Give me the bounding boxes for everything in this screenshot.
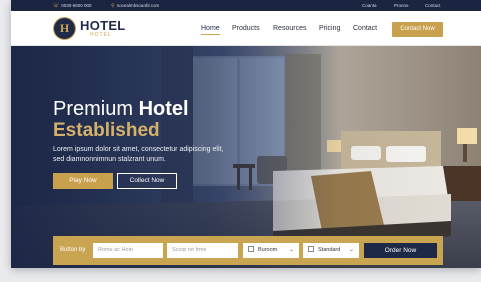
logo-mark-letter: H <box>59 21 70 35</box>
topbar-link-1[interactable]: Coanta <box>362 3 377 8</box>
calendar-icon <box>308 246 314 252</box>
room-class-value: Standard <box>318 247 341 253</box>
calendar-icon <box>248 246 254 252</box>
booking-input-2[interactable]: Scorp ne frme <box>167 243 238 258</box>
booking-label: Button by <box>60 247 86 253</box>
play-now-button[interactable]: Play Now <box>53 173 113 189</box>
main-header: H HOTEL HOTEL Home Products Resources Pr… <box>11 11 481 46</box>
hero-title-line1: Premium Hotel <box>53 98 189 120</box>
nav-contact[interactable]: Contact <box>353 25 377 33</box>
hero-section: Premium Hotel Established Lorem ipsum do… <box>11 46 481 268</box>
nav-home[interactable]: Home <box>201 25 220 35</box>
top-info-bar: ☏ 0030-6600 000 ⚲ nocealmbsoanbl.com Coant… <box>11 0 481 11</box>
nav-pricing[interactable]: Pricing <box>319 25 340 33</box>
logo-subtitle: HOTEL <box>90 32 112 38</box>
order-now-button[interactable]: Order Now <box>364 243 437 258</box>
browser-page: ☏ 0030-6600 000 ⚲ nocealmbsoanbl.com Coant… <box>11 0 481 268</box>
chevron-down-icon: ⌄ <box>348 247 354 253</box>
nav-products[interactable]: Products <box>232 25 260 33</box>
room-type-select[interactable]: Buroom ⌄ <box>243 243 299 258</box>
topbar-link-contact[interactable]: Contact <box>425 3 441 8</box>
room-class-select[interactable]: Standard ⌄ <box>303 243 359 258</box>
nav-resources[interactable]: Resources <box>273 25 306 33</box>
hotel-logo-icon[interactable]: H <box>53 17 76 40</box>
phone-text: 0030-6600 000 <box>61 3 92 8</box>
hero-title-line2: Established <box>53 120 160 141</box>
booking-input-1[interactable]: Rome ac Hoin <box>93 243 163 258</box>
hero-description: Lorem ipsum dolor sit amet, consectetur … <box>53 146 224 163</box>
logo-name[interactable]: HOTEL <box>80 19 126 32</box>
booking-bar: Button by Rome ac Hoin Scorp ne frme Bur… <box>53 236 443 265</box>
topbar-link-2[interactable]: Pronne <box>394 3 409 8</box>
email-text: nocealmbsoanbl.com <box>116 3 160 8</box>
email-info[interactable]: ⚲ nocealmbsoanbl.com <box>111 3 159 9</box>
phone-icon: ☏ <box>53 3 60 9</box>
hero-title-bold: Hotel <box>138 98 189 120</box>
collect-now-button[interactable]: Collect Now <box>117 173 177 189</box>
location-icon: ⚲ <box>111 3 115 9</box>
chevron-down-icon: ⌄ <box>288 247 294 253</box>
phone-info: ☏ 0030-6600 000 <box>53 3 92 9</box>
hero-title-light: Premium <box>53 98 139 120</box>
contact-now-button[interactable]: Contact Now <box>392 22 443 37</box>
room-type-value: Buroom <box>258 247 278 253</box>
